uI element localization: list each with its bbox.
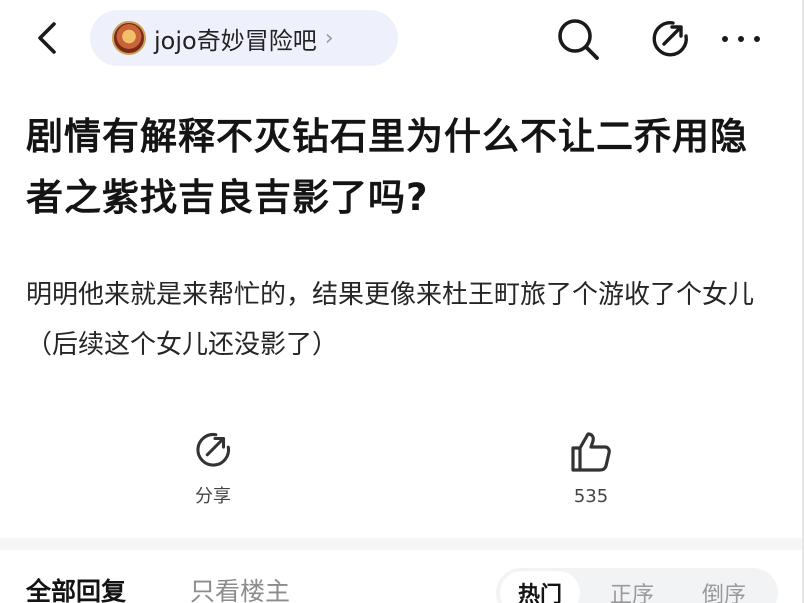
forum-name: jojo奇妙冒险吧	[154, 26, 317, 55]
forum-avatar	[112, 21, 146, 55]
back-icon	[38, 22, 56, 54]
thumbs-up-icon	[571, 432, 611, 472]
post-body: 明明他来就是来帮忙的，结果更像来杜王町旅了个游收了个女儿（后续这个女儿还没影了）	[26, 280, 755, 360]
post-title: 剧情有解释不灭钻石里为什么不让二乔用隐者之紫找吉良吉影了吗?	[26, 115, 748, 219]
top-bar: jojo奇妙冒险吧 ›	[0, 0, 804, 82]
share-button[interactable]	[645, 14, 695, 64]
share-label: 分享	[195, 486, 231, 507]
tab-owner-only[interactable]: 只看楼主	[190, 572, 290, 603]
more-icon	[722, 36, 760, 42]
back-button[interactable]	[28, 16, 68, 60]
chevron-right-icon: ›	[324, 25, 334, 51]
tab-all-replies[interactable]: 全部回复	[26, 572, 126, 603]
forum-link[interactable]: jojo奇妙冒险吧 ›	[90, 10, 398, 66]
more-button[interactable]	[716, 14, 766, 64]
search-icon	[558, 19, 599, 60]
reply-filter-bar: 全部回复 只看楼主 热门 正序 倒序	[0, 550, 804, 603]
sort-toggle: 热门 正序 倒序	[496, 568, 778, 603]
sort-descending[interactable]: 倒序	[702, 577, 746, 603]
share-action[interactable]: 分享	[168, 428, 258, 508]
sort-hot[interactable]: 热门	[518, 577, 562, 603]
like-action[interactable]: 535	[546, 428, 636, 507]
share-icon	[196, 432, 231, 467]
post-page: jojo奇妙冒险吧 › 剧情有解释不灭钻石里为什么不让二乔用隐者之紫找吉良吉影了…	[0, 0, 804, 603]
like-count: 535	[573, 486, 609, 507]
section-divider	[0, 538, 804, 550]
share-icon	[652, 21, 688, 57]
search-button[interactable]	[553, 14, 603, 64]
sort-ascending[interactable]: 正序	[610, 577, 654, 603]
